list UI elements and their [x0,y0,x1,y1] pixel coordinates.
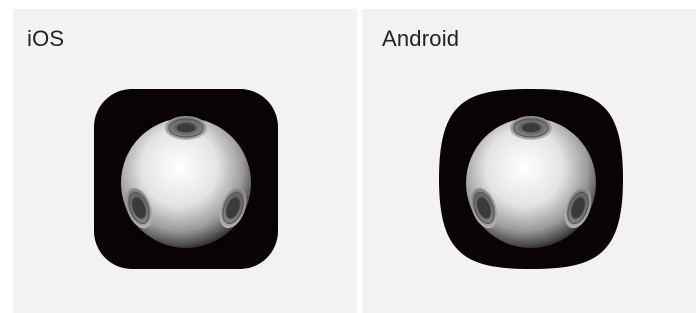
android-panel: Android [362,9,696,313]
comparison-view: iOS Android [0,0,696,313]
ios-panel: iOS [13,9,357,313]
android-app-icon [436,83,626,273]
metal-ball-icon [439,89,623,269]
android-panel-title: Android [382,26,460,51]
ios-panel-title: iOS [27,26,65,51]
metal-ball-icon [94,89,278,269]
ios-app-icon [91,83,281,273]
